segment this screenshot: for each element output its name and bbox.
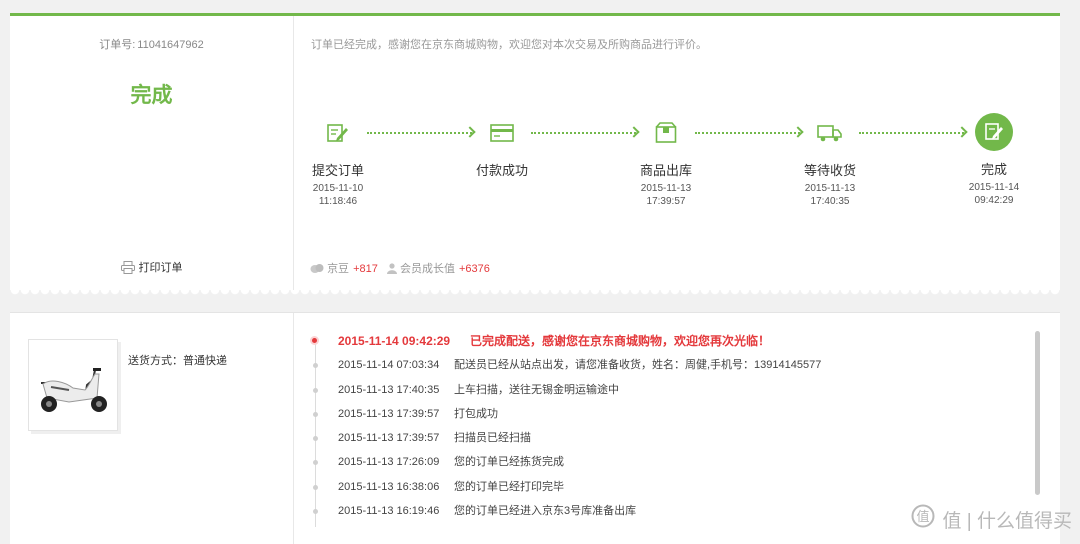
timeline-dot-current — [312, 338, 317, 343]
product-thumbnail[interactable] — [28, 339, 118, 431]
tracking-time: 2015-11-13 17:39:57 — [338, 407, 440, 420]
tracking-entry: 2015-11-14 07:03:34 配送员已经从站点出发，请您准备收货，姓名：… — [310, 357, 1030, 381]
tracking-time: 2015-11-13 16:38:06 — [338, 480, 440, 493]
svg-text:值: 值 — [916, 509, 929, 525]
tracking-time: 2015-11-13 17:26:09 — [338, 456, 440, 469]
step-completed: 完成 2015-11-14 09:42:29 — [949, 113, 1039, 207]
timeline-dot — [313, 484, 318, 490]
printer-icon — [120, 261, 135, 277]
print-order-button[interactable]: 打印订单 — [10, 259, 293, 277]
tracking-time: 2015-11-13 16:19:46 — [338, 505, 440, 518]
tracking-entry: 2015-11-13 16:38:06 您的订单已经打印完毕 — [310, 479, 1030, 503]
step-name: 完成 — [980, 162, 1007, 177]
timeline-dot — [313, 509, 318, 515]
step-date: 2015-11-10 — [312, 183, 364, 194]
product-pane: 送货方式：普通快递 — [10, 313, 294, 544]
tracking-text: 您的订单已经进入京东3号库准备出库 — [454, 505, 637, 518]
tracking-entry: 2015-11-14 09:42:29 已完成配送，感谢您在京东商城购物，欢迎您再… — [310, 333, 1030, 357]
tracking-time: 2015-11-13 17:40:35 — [338, 383, 440, 396]
tracking-text: 打包成功 — [454, 407, 498, 420]
step-name: 等待收货 — [803, 163, 856, 178]
step-time: 17:40:35 — [810, 196, 850, 207]
delivery-method: 送货方式：普通快递 — [128, 352, 227, 368]
rewards-bar: 京豆 +817 会员成长值 +6376 — [310, 260, 496, 276]
package-box-icon — [648, 115, 684, 151]
watermark-text: 值 | 什么值得买 — [942, 510, 1073, 532]
step-name: 提交订单 — [311, 163, 364, 178]
tracking-time: 2015-11-14 07:03:34 — [338, 359, 440, 372]
jd-beans-reward[interactable]: 京豆 +817 — [310, 260, 378, 276]
order-summary-pane: 订单号: 11041647962 完成 打印订单 — [10, 16, 294, 290]
timeline-dot — [313, 436, 318, 442]
tracking-time: 2015-11-14 09:42:29 — [338, 334, 451, 348]
tracking-text: 已完成配送，感谢您在京东商城购物，欢迎您再次光临！ — [470, 334, 771, 348]
tracking-entry: 2015-11-13 17:26:09 您的订单已经拣货完成 — [310, 454, 1030, 478]
timeline-dot — [313, 460, 318, 466]
step-date: 2015-11-14 — [968, 182, 1020, 193]
step-time: 11:18:46 — [318, 196, 358, 207]
step-awaiting-receipt: 等待收货 2015-11-13 17:40:35 — [785, 115, 875, 208]
logistics-card: 送货方式：普通快递 2015-11-14 09:42:29 已完成配送，感谢您在京… — [10, 312, 1060, 544]
delivery-truck-icon — [812, 115, 848, 151]
step-time: 17:39:57 — [646, 196, 686, 207]
tracking-entry: 2015-11-13 17:39:57 打包成功 — [310, 406, 1030, 430]
jd-beans-label: 京豆 — [327, 263, 350, 275]
step-date: 2015-11-13 — [640, 183, 692, 194]
order-state: 完成 — [130, 84, 173, 107]
step-submit-order: 提交订单 2015-11-10 11:18:46 — [293, 115, 383, 208]
tracking-text: 扫描员已经扫描 — [454, 432, 531, 445]
order-number-label: 订单号: — [99, 39, 136, 51]
timeline-dot — [313, 411, 318, 417]
tracking-text: 您的订单已经打印完毕 — [454, 480, 564, 493]
delivery-method-label: 送货方式： — [128, 355, 183, 367]
step-shipped: 商品出库 2015-11-13 17:39:57 — [621, 115, 711, 208]
delivery-method-value: 普通快递 — [183, 355, 227, 367]
tracking-time: 2015-11-13 17:39:57 — [338, 432, 440, 445]
step-name: 商品出库 — [639, 163, 692, 178]
jd-bean-icon — [310, 264, 324, 273]
tracking-text: 您的订单已经拣货完成 — [454, 456, 564, 469]
growth-value: +6376 — [458, 263, 490, 275]
order-number-value: 11041647962 — [137, 39, 204, 51]
smzdm-logo-icon: 值 — [909, 504, 937, 534]
tracking-timeline: 2015-11-14 09:42:29 已完成配送，感谢您在京东商城购物，欢迎您再… — [310, 333, 1030, 527]
watermark: 值 值 | 什么值得买 — [909, 504, 1073, 534]
order-notice: 订单已经完成，感谢您在京东商城购物，欢迎您对本次交易及所购商品进行评价。 — [311, 39, 707, 51]
tracking-text: 配送员已经从站点出发，请您准备收货，姓名：周健,手机号：13914145577 — [454, 359, 822, 372]
order-status-card: 订单号: 11041647962 完成 打印订单 订单已经完成，感谢您在京东商城购… — [10, 13, 1060, 296]
completed-icon — [975, 113, 1013, 151]
payment-card-icon — [484, 115, 520, 151]
step-payment: 付款成功 — [457, 115, 547, 182]
step-name: 付款成功 — [475, 163, 528, 178]
timeline-dot — [313, 363, 318, 369]
tracking-entry: 2015-11-13 17:39:57 扫描员已经扫描 — [310, 430, 1030, 454]
growth-reward[interactable]: 会员成长值 +6376 — [386, 260, 490, 276]
timeline-dot — [313, 387, 318, 393]
jd-beans-value: +817 — [353, 263, 378, 275]
print-order-label: 打印订单 — [138, 262, 183, 274]
order-number: 订单号: 11041647962 — [10, 36, 293, 52]
step-date: 2015-11-13 — [804, 183, 856, 194]
step-time: 09:42:29 — [974, 195, 1014, 206]
growth-label: 会员成长值 — [399, 263, 455, 275]
scooter-image — [41, 368, 107, 412]
tracking-entry: 2015-11-13 17:40:35 上车扫描，送往无锡金明运输途中 — [310, 382, 1030, 406]
timeline-scrollbar[interactable] — [1035, 331, 1040, 495]
tracking-text: 上车扫描，送往无锡金明运输途中 — [454, 383, 619, 396]
edit-order-icon — [320, 115, 356, 151]
member-icon — [386, 263, 397, 274]
